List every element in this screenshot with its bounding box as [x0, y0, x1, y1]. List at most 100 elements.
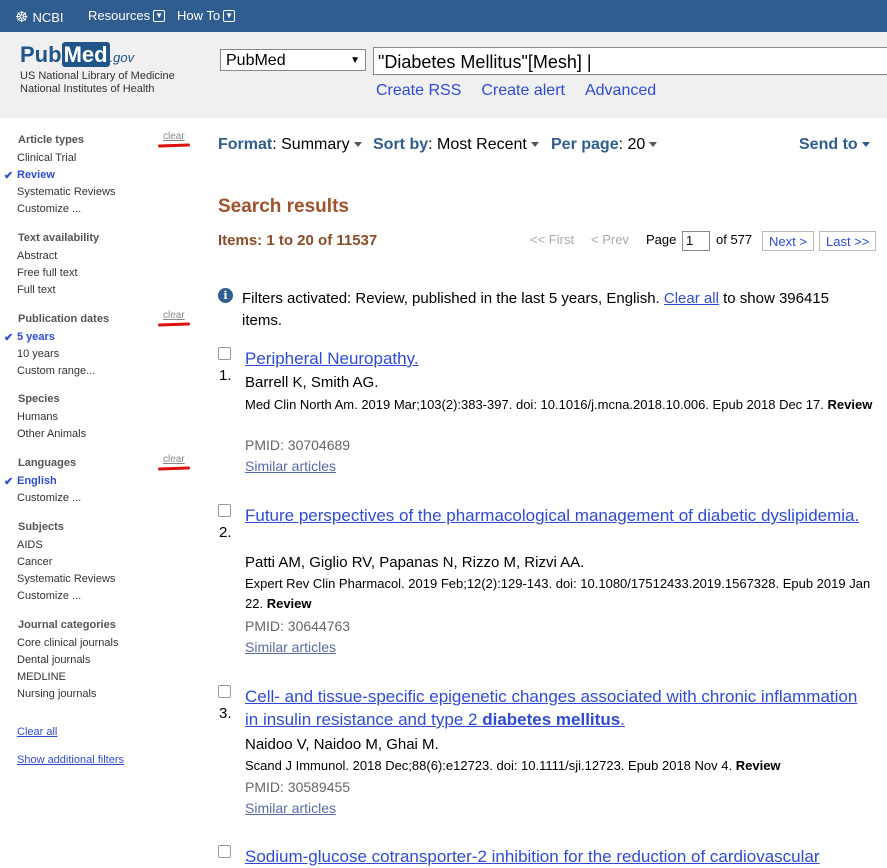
format-dropdown[interactable]: Format: Summary [218, 136, 362, 154]
filter-item[interactable]: Other Animals [17, 428, 86, 440]
title-highlight: diabetes mellitus [482, 710, 621, 729]
show-additional-filters-link[interactable]: Show additional filters [17, 754, 124, 766]
filter-item[interactable]: Nursing journals [17, 688, 96, 700]
similar-articles-link[interactable]: Similar articles [245, 458, 336, 474]
filter-item[interactable]: MEDLINE [17, 671, 66, 683]
result-pmid: PMID: 30589455 [245, 779, 351, 795]
send-to-dropdown[interactable]: Send to [799, 136, 870, 154]
filter-item[interactable]: Custom range... [17, 365, 95, 377]
caret-down-icon [530, 142, 539, 148]
search-input[interactable]: "Diabetes Mellitus"[Mesh] | [373, 47, 887, 75]
info-icon: i [218, 288, 233, 303]
result-number: 2. [219, 524, 232, 541]
clear-all-filters-link[interactable]: Clear all [17, 726, 57, 738]
chevron-down-icon: ▼ [223, 9, 236, 22]
filter-item[interactable]: Dental journals [17, 654, 90, 666]
sort-value: Most Recent [437, 136, 527, 153]
logo-pub-text: Pub [20, 42, 62, 67]
perpage-label: Per page [551, 136, 619, 153]
checkmark-icon: ✔ [4, 332, 14, 344]
filter-item-customize[interactable]: Customize ... [17, 203, 81, 215]
create-rss-link[interactable]: Create RSS [376, 82, 461, 100]
last-page-button[interactable]: Last >> [819, 231, 877, 251]
resources-menu[interactable]: Resources ▼ [88, 8, 166, 23]
publication-type: Review [827, 397, 873, 412]
result-authors: Patti AM, Giglio RV, Papanas N, Rizzo M,… [245, 554, 585, 571]
result-citation: Scand J Immunol. 2018 Dec;88(6):e12723. … [245, 756, 875, 776]
result-checkbox[interactable] [218, 685, 231, 698]
filter-item-selected[interactable]: ✔ 5 years [4, 331, 55, 344]
filter-item-label: 5 years [17, 331, 55, 343]
result-authors: Barrell K, Smith AG. [245, 374, 379, 391]
result-checkbox[interactable] [218, 845, 231, 858]
checkmark-icon: ✔ [4, 476, 14, 488]
title-end: . [620, 710, 625, 729]
pubmed-logo[interactable]: PubMed .gov [20, 42, 134, 68]
dropdown-arrow-icon: ▼ [350, 55, 360, 66]
ncbi-label: NCBI [32, 9, 64, 25]
prev-page-button[interactable]: < Prev [591, 232, 629, 247]
result-title-link[interactable]: Peripheral Neuropathy. [245, 347, 865, 370]
filter-item-customize[interactable]: Customize ... [17, 590, 81, 602]
filter-item[interactable]: Cancer [17, 556, 52, 568]
result-number: 1. [219, 367, 232, 384]
search-results-title: Search results [218, 196, 349, 217]
caret-down-icon [649, 142, 658, 148]
filter-title: Journal categories [18, 619, 116, 631]
notice-clear-all-link[interactable]: Clear all [664, 290, 719, 307]
advanced-search-link[interactable]: Advanced [585, 82, 656, 100]
filter-item[interactable]: Free full text [17, 267, 78, 279]
first-page-button[interactable]: << First [530, 232, 574, 247]
caret-down-icon [861, 142, 870, 148]
header-links: Create RSS Create alert Advanced [376, 82, 656, 100]
database-select[interactable]: PubMed ▼ [220, 49, 366, 71]
subtitle-line2: National Institutes of Health [20, 83, 155, 95]
filter-item[interactable]: Abstract [17, 250, 57, 262]
chevron-down-icon: ▼ [153, 9, 166, 22]
publication-type: Review [266, 596, 312, 611]
page-number-input[interactable]: 1 [682, 231, 710, 251]
similar-articles-link[interactable]: Similar articles [245, 800, 336, 816]
clear-languages-link[interactable]: clear [163, 454, 185, 465]
filter-title: Subjects [18, 521, 64, 533]
result-title-link[interactable]: Cell- and tissue-specific epigenetic cha… [245, 685, 865, 731]
result-checkbox[interactable] [218, 347, 231, 360]
search-input-value: "Diabetes Mellitus"[Mesh] [378, 52, 582, 72]
format-label: Format [218, 136, 273, 153]
filter-item-selected[interactable]: ✔ Review [4, 169, 55, 182]
filter-item[interactable]: Full text [17, 284, 56, 296]
perpage-value: 20 [627, 136, 646, 153]
citation-text: Expert Rev Clin Pharmacol. 2019 Feb;12(2… [245, 576, 871, 611]
filter-item-label: English [17, 475, 57, 487]
citation-text: Med Clin North Am. 2019 Mar;103(2):383-3… [245, 397, 824, 412]
result-checkbox[interactable] [218, 504, 231, 517]
filter-item[interactable]: Core clinical journals [17, 637, 119, 649]
filter-item[interactable]: 10 years [17, 348, 59, 360]
clear-article-types-link[interactable]: clear [163, 131, 185, 142]
pubmed-subtitle: US National Library of Medicine National… [20, 70, 175, 96]
resources-label: Resources [88, 8, 151, 23]
filter-item-customize[interactable]: Customize ... [17, 492, 81, 504]
similar-articles-link[interactable]: Similar articles [245, 639, 336, 655]
result-title-link[interactable]: Future perspectives of the pharmacologic… [245, 504, 865, 527]
filter-item[interactable]: Humans [17, 411, 58, 423]
howto-menu[interactable]: How To ▼ [177, 8, 236, 23]
filter-item[interactable]: Clinical Trial [17, 152, 76, 164]
filter-item[interactable]: Systematic Reviews [17, 573, 115, 585]
result-title-link[interactable]: Sodium-glucose cotransporter-2 inhibitio… [245, 845, 865, 868]
filter-item[interactable]: AIDS [17, 539, 43, 551]
perpage-dropdown[interactable]: Per page: 20 [551, 136, 658, 154]
result-pmid: PMID: 30704689 [245, 437, 351, 453]
filter-title: Languages [18, 457, 77, 469]
filter-item[interactable]: Systematic Reviews [17, 186, 115, 198]
filter-item-selected[interactable]: ✔ English [4, 475, 57, 488]
next-page-button[interactable]: Next > [762, 231, 814, 251]
result-pmid: PMID: 30644763 [245, 618, 351, 634]
result-citation: Expert Rev Clin Pharmacol. 2019 Feb;12(2… [245, 574, 875, 614]
ncbi-home-link[interactable]: ☸ NCBI [15, 8, 64, 26]
result-number: 3. [219, 705, 232, 722]
create-alert-link[interactable]: Create alert [481, 82, 565, 100]
red-underline-mark [157, 143, 191, 148]
sort-dropdown[interactable]: Sort by: Most Recent [373, 136, 539, 154]
clear-publication-dates-link[interactable]: clear [163, 310, 185, 321]
